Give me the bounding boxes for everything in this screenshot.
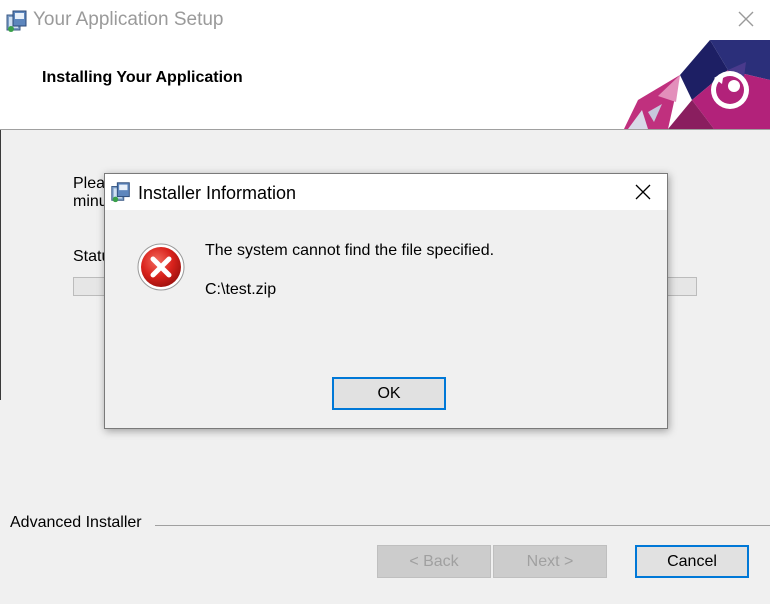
close-icon[interactable] <box>626 176 660 208</box>
footer-divider <box>155 525 770 526</box>
ok-button[interactable]: OK <box>332 377 446 410</box>
please-wait-text: Plea <box>73 175 106 192</box>
please-wait-text-continued: minu <box>73 193 108 210</box>
dialog-title: Installer Information <box>138 183 297 203</box>
dialog-titlebar[interactable]: Installer Information <box>105 174 667 210</box>
error-message: The system cannot find the file specifie… <box>205 242 495 259</box>
window-title: Your Application Setup <box>33 9 224 30</box>
header-banner: Installing Your Application <box>0 40 770 130</box>
cancel-button[interactable]: Cancel <box>635 545 749 578</box>
installer-icon <box>109 180 133 204</box>
page-title: Installing Your Application <box>42 69 243 86</box>
footer-brand: Advanced Installer <box>10 514 142 531</box>
error-file-path: C:\test.zip <box>205 281 277 298</box>
close-icon[interactable] <box>728 2 764 36</box>
window-titlebar[interactable]: Your Application Setup <box>0 0 770 40</box>
installer-icon <box>4 8 30 34</box>
error-icon <box>136 242 186 292</box>
banner-logo-graphic <box>618 40 770 129</box>
installer-information-dialog: Installer Information The system cannot … <box>104 173 668 429</box>
back-button[interactable]: < Back <box>377 545 491 578</box>
next-button[interactable]: Next > <box>493 545 607 578</box>
